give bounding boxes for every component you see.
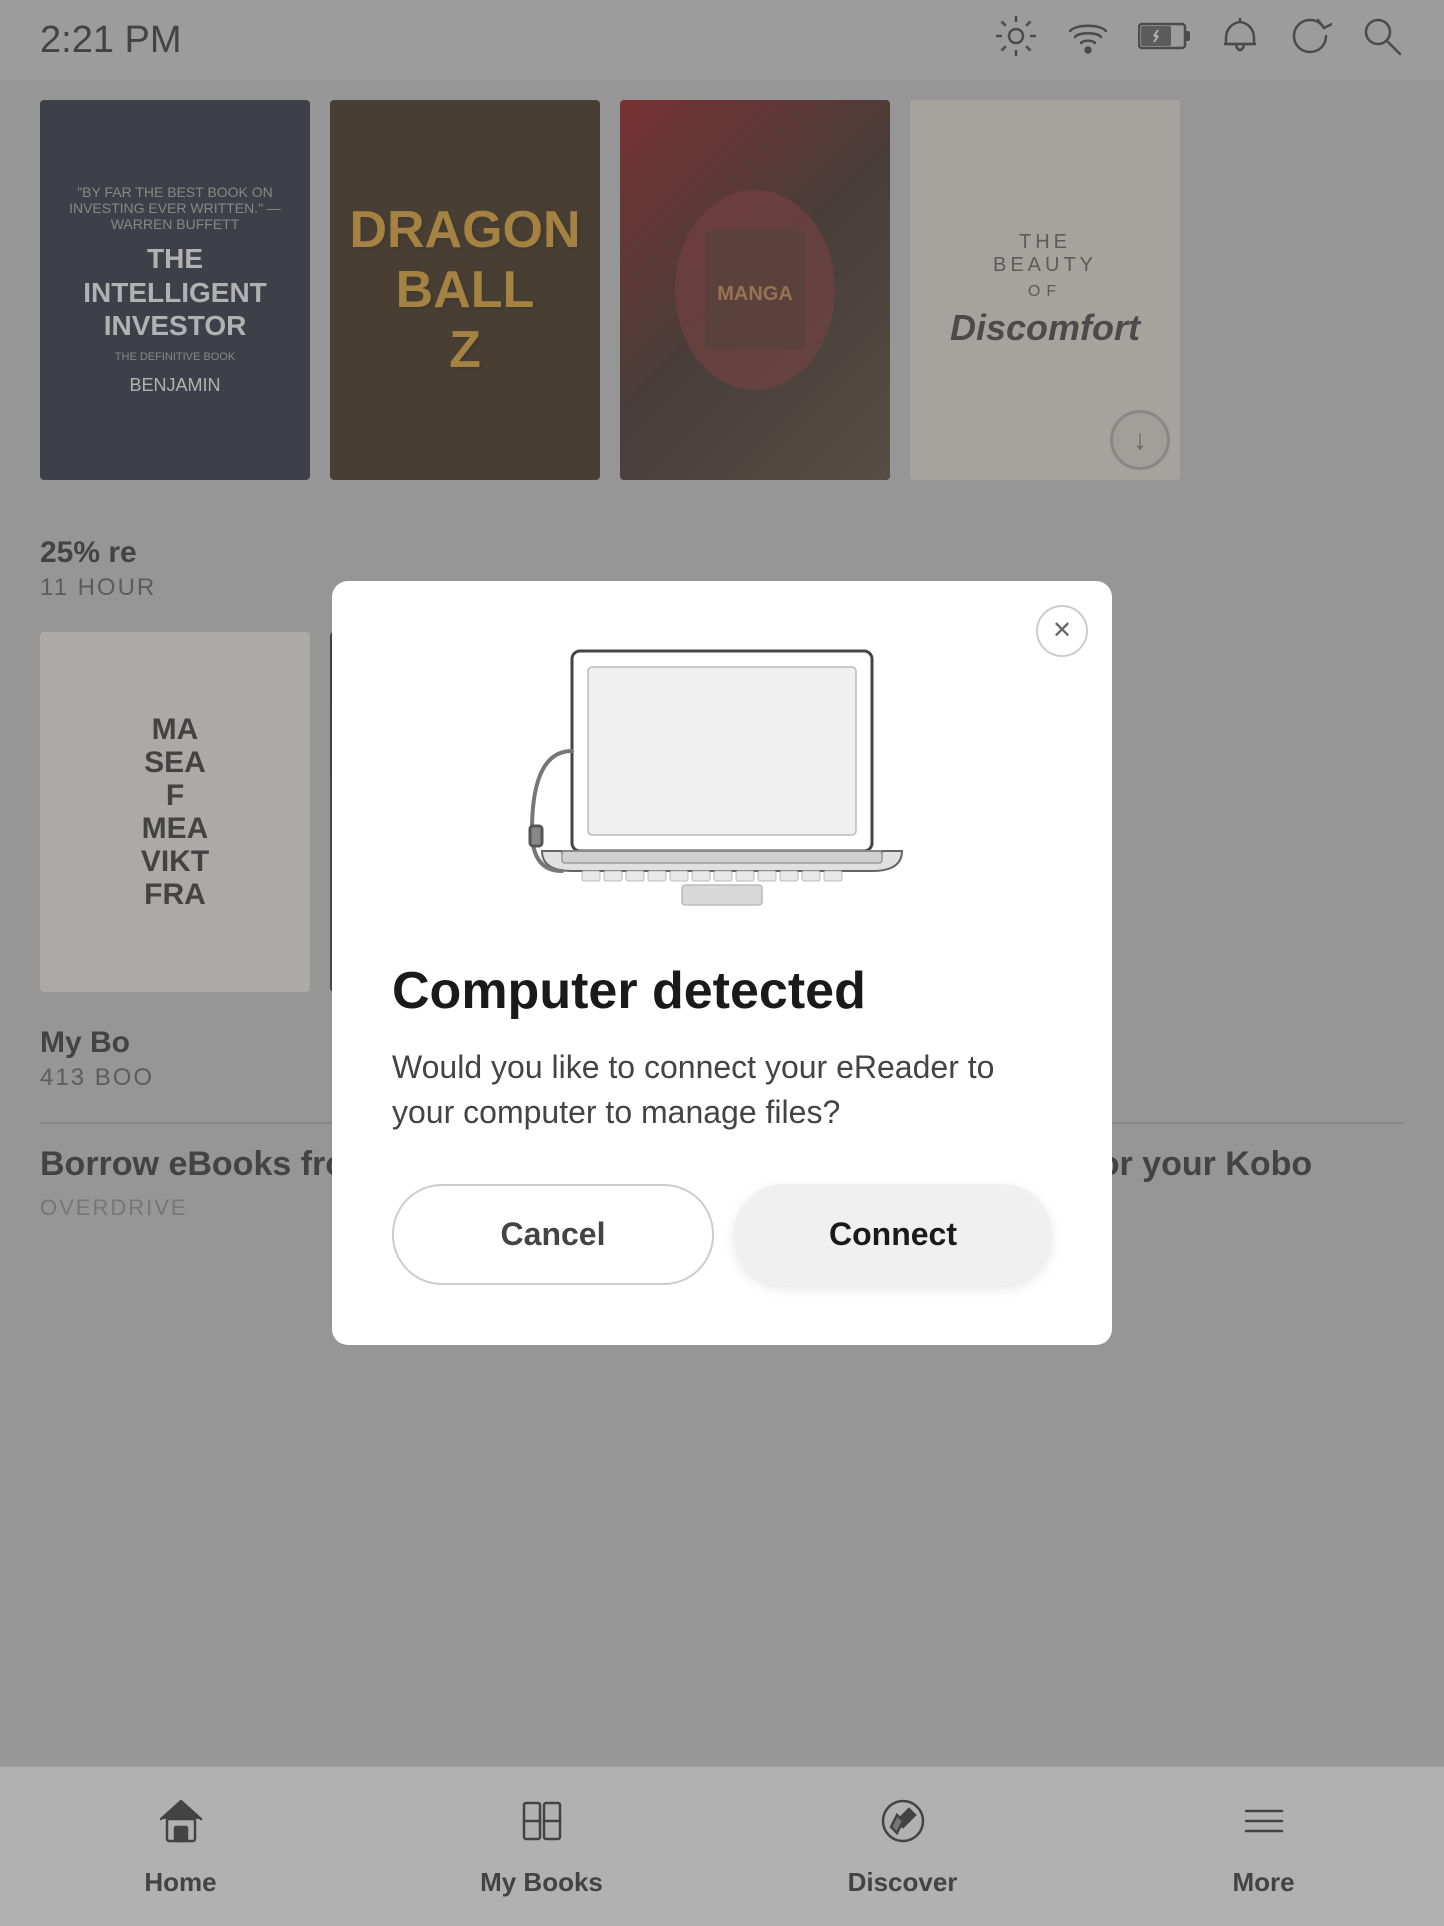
laptop-illustration <box>392 631 1052 911</box>
modal-body: Would you like to connect your eReader t… <box>392 1045 1052 1135</box>
modal-close-button[interactable]: ✕ <box>1036 605 1088 657</box>
computer-detected-modal: ✕ <box>332 581 1112 1346</box>
modal-overlay: ✕ <box>0 0 1444 1926</box>
connect-button[interactable]: Connect <box>734 1184 1052 1285</box>
modal-title: Computer detected <box>392 961 1052 1021</box>
modal-buttons: Cancel Connect <box>392 1184 1052 1285</box>
close-icon: ✕ <box>1052 616 1072 645</box>
cancel-button[interactable]: Cancel <box>392 1184 714 1285</box>
